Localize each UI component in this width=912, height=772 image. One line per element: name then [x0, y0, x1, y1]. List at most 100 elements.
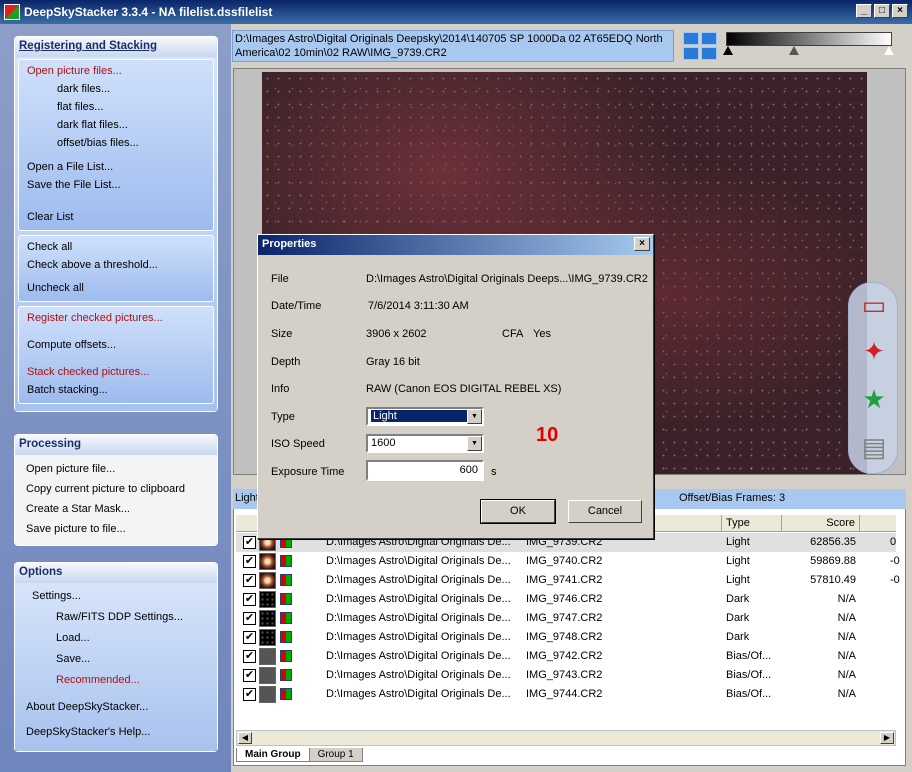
maximize-button[interactable]: □ [874, 4, 890, 18]
minimize-button[interactable]: _ [856, 4, 872, 18]
thumbnail-image [259, 629, 276, 646]
row-score: N/A [837, 612, 856, 624]
comet-edit-icon[interactable]: ★ [858, 383, 890, 415]
row-type: Dark [726, 631, 750, 643]
row-checkbox[interactable]: ✔ [243, 555, 256, 568]
check-all-link[interactable]: Check all [19, 238, 213, 256]
about-link[interactable]: About DeepSkyStacker... [18, 697, 214, 718]
open-picture-file-link[interactable]: Open picture file... [18, 459, 214, 479]
row-file: IMG_9743.CR2 [526, 669, 603, 681]
table-row[interactable]: ✔ D:\Images Astro\Digital Originals De...… [236, 685, 896, 704]
create-star-mask-link[interactable]: Create a Star Mask... [18, 499, 214, 519]
view-mode-icon[interactable] [682, 31, 718, 61]
row-checkbox[interactable]: ✔ [243, 631, 256, 644]
row-checkbox[interactable]: ✔ [243, 650, 256, 663]
tab-group-1[interactable]: Group 1 [308, 748, 363, 762]
window-title: DeepSkyStacker 3.3.4 - NA filelist.dssfi… [24, 5, 273, 19]
iso-select[interactable]: 1600 ▼ [366, 434, 484, 453]
tab-main-group[interactable]: Main Group [236, 748, 310, 762]
row-path: D:\Images Astro\Digital Originals De... [326, 555, 511, 567]
levels-gradient-slider[interactable] [726, 32, 892, 46]
exposure-label: Exposure Time [271, 466, 345, 478]
row-checkbox[interactable]: ✔ [243, 669, 256, 682]
save-picture-link[interactable]: Save picture to file... [18, 519, 214, 539]
col-header-type[interactable]: Type [722, 515, 782, 531]
table-row[interactable]: ✔ D:\Images Astro\Digital Originals De...… [236, 571, 900, 590]
selection-rect-icon[interactable]: ▭ [858, 289, 890, 321]
row-checkbox[interactable]: ✔ [243, 574, 256, 587]
iso-label: ISO Speed [271, 438, 325, 450]
file-value: D:\Images Astro\Digital Originals Deeps.… [366, 273, 648, 285]
horizontal-scrollbar[interactable]: ◀ ▶ [236, 730, 896, 746]
row-checkbox[interactable]: ✔ [243, 593, 256, 606]
table-row[interactable]: ✔ D:\Images Astro\Digital Originals De...… [236, 609, 896, 628]
exposure-unit: s [491, 466, 497, 478]
table-row[interactable]: ✔ D:\Images Astro\Digital Originals De...… [236, 628, 896, 647]
table-row[interactable]: ✔ D:\Images Astro\Digital Originals De...… [236, 647, 896, 666]
col-header-extra[interactable] [860, 515, 896, 531]
row-extra: -0 [890, 555, 900, 567]
color-type-icon [280, 631, 292, 643]
type-select-value: Light [371, 410, 467, 422]
offset-bias-files-link[interactable]: offset/bias files... [19, 134, 213, 152]
row-checkbox[interactable]: ✔ [243, 536, 256, 549]
mid-point-marker[interactable] [789, 46, 799, 55]
stack-checked-link[interactable]: Stack checked pictures... [19, 363, 213, 381]
recommended-link[interactable]: Recommended... [18, 670, 214, 691]
size-value: 3906 x 2602 [366, 328, 427, 340]
open-picture-files-link[interactable]: Open picture files... [19, 62, 213, 80]
save-edits-icon[interactable]: ▤ [858, 431, 890, 463]
open-file-list-link[interactable]: Open a File List... [19, 158, 213, 176]
flat-files-link[interactable]: flat files... [19, 98, 213, 116]
row-type: Light [726, 536, 750, 548]
row-path: D:\Images Astro\Digital Originals De... [326, 631, 511, 643]
row-type: Bias/Of... [726, 669, 772, 681]
table-row[interactable]: ✔ D:\Images Astro\Digital Originals De...… [236, 666, 896, 685]
type-select[interactable]: Light ▼ [366, 407, 484, 426]
batch-stacking-link[interactable]: Batch stacking... [19, 381, 213, 399]
ok-button[interactable]: OK [480, 499, 556, 524]
help-link[interactable]: DeepSkyStacker's Help... [18, 722, 214, 743]
check-threshold-link[interactable]: Check above a threshold... [19, 256, 213, 274]
copy-to-clipboard-link[interactable]: Copy current picture to clipboard [18, 479, 214, 499]
dialog-close-icon[interactable]: × [634, 237, 650, 251]
white-point-marker[interactable] [884, 46, 894, 55]
col-header-score[interactable]: Score [782, 515, 860, 531]
scroll-left-arrow[interactable]: ◀ [238, 732, 252, 744]
row-score: 57810.49 [810, 574, 856, 586]
save-link[interactable]: Save... [18, 649, 214, 670]
row-score: N/A [837, 650, 856, 662]
load-link[interactable]: Load... [18, 628, 214, 649]
clear-list-link[interactable]: Clear List [19, 208, 213, 226]
row-checkbox[interactable]: ✔ [243, 612, 256, 625]
chevron-down-icon[interactable]: ▼ [467, 436, 482, 451]
close-button[interactable]: × [892, 4, 908, 18]
row-type: Dark [726, 593, 750, 605]
registering-header[interactable]: Registering and Stacking [15, 37, 217, 57]
table-row[interactable]: ✔ D:\Images Astro\Digital Originals De...… [236, 552, 900, 571]
row-path: D:\Images Astro\Digital Originals De... [326, 669, 511, 681]
dialog-title: Properties [262, 238, 317, 250]
uncheck-all-link[interactable]: Uncheck all [19, 279, 213, 297]
save-file-list-link[interactable]: Save the File List... [19, 176, 213, 194]
dark-flat-files-link[interactable]: dark flat files... [19, 116, 213, 134]
chevron-down-icon[interactable]: ▼ [467, 409, 482, 424]
black-point-marker[interactable] [723, 46, 733, 55]
cancel-button[interactable]: Cancel [568, 500, 642, 523]
row-file: IMG_9746.CR2 [526, 593, 603, 605]
star-edit-icon[interactable]: ✦ [858, 335, 890, 367]
compute-offsets-link[interactable]: Compute offsets... [19, 336, 213, 354]
color-type-icon [280, 612, 292, 624]
dark-files-link[interactable]: dark files... [19, 80, 213, 98]
row-type: Light [726, 555, 750, 567]
register-checked-link[interactable]: Register checked pictures... [19, 309, 213, 327]
options-header[interactable]: Options [15, 563, 217, 583]
row-path: D:\Images Astro\Digital Originals De... [326, 612, 511, 624]
scroll-right-arrow[interactable]: ▶ [880, 732, 894, 744]
processing-header[interactable]: Processing [15, 435, 217, 455]
table-row[interactable]: ✔ D:\Images Astro\Digital Originals De...… [236, 590, 896, 609]
raw-fits-settings-link[interactable]: Raw/FITS DDP Settings... [18, 607, 214, 628]
settings-link[interactable]: Settings... [18, 585, 214, 607]
row-checkbox[interactable]: ✔ [243, 688, 256, 701]
exposure-input[interactable]: 600 [366, 460, 484, 481]
